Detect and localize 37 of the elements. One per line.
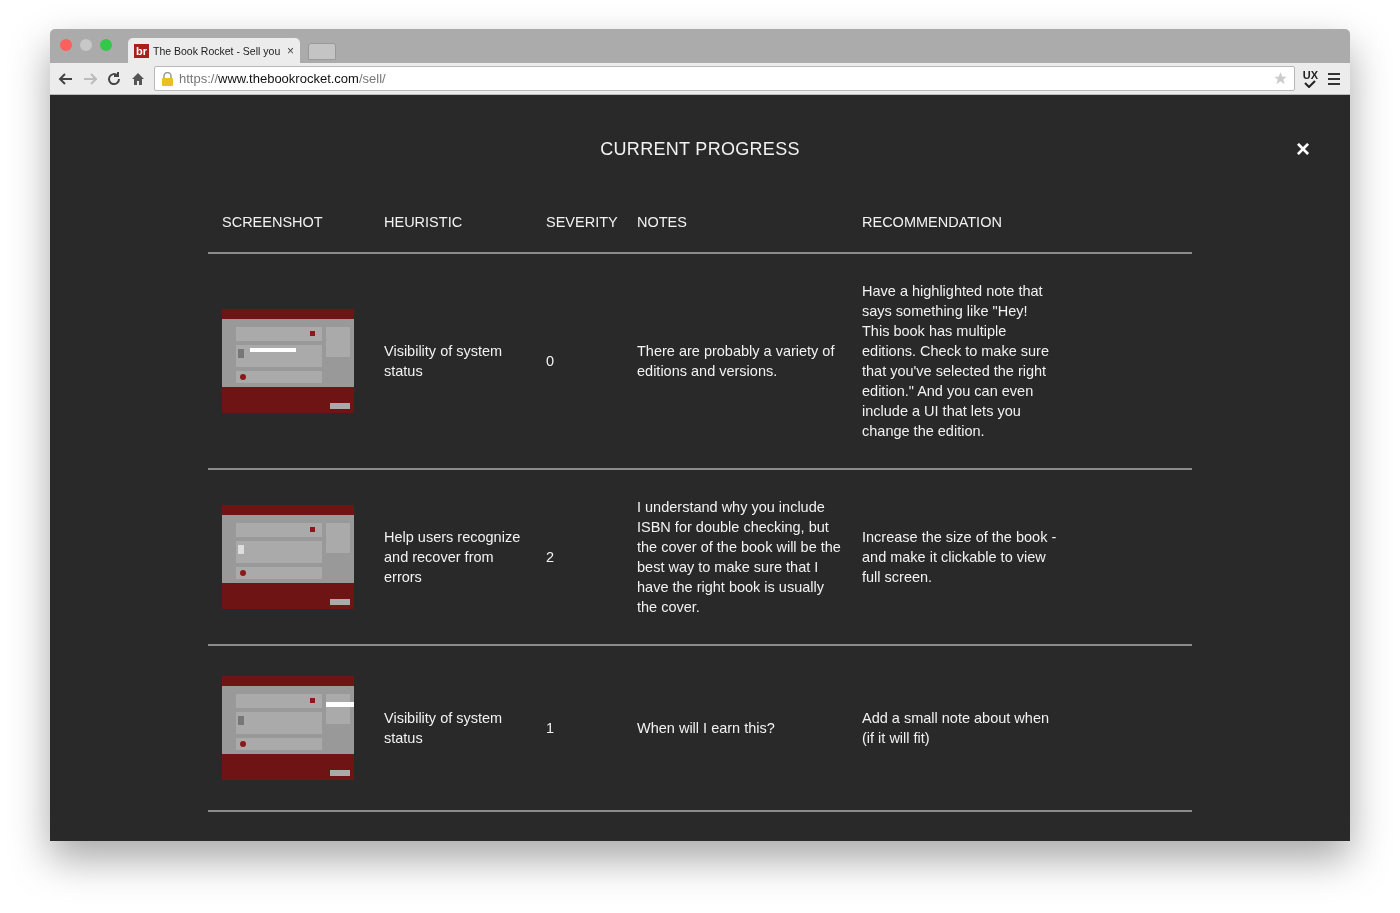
close-window-button[interactable] <box>60 39 72 51</box>
new-tab-button[interactable] <box>308 43 336 60</box>
ux-extension-button[interactable]: UX <box>1302 69 1318 88</box>
browser-tab[interactable]: br The Book Rocket - Sell you × <box>128 38 300 63</box>
forward-icon[interactable] <box>82 70 98 87</box>
heuristic-cell-text: Visibility of system status <box>384 342 504 381</box>
notes-cell-text: When will I earn this? <box>637 719 776 738</box>
severity-cell-text: 0 <box>546 352 556 371</box>
recommendation-cell-text: Add a small note about when (if it will fit) <box>862 709 1050 748</box>
back-icon[interactable] <box>58 70 74 87</box>
heuristic-cell-text: Visibility of system status <box>384 709 504 748</box>
column-header: NOTES <box>637 214 688 230</box>
home-icon[interactable] <box>130 70 146 87</box>
notes-cell-text: There are probably a variety of editions and versions. <box>637 342 836 381</box>
lock-icon <box>161 71 174 86</box>
column-header: RECOMMENDATION <box>862 214 1003 230</box>
address-bar[interactable]: https://www.thebookrocket.com/sell/ <box>154 66 1295 91</box>
tab-title: The Book Rocket - Sell you <box>153 44 282 57</box>
reload-icon[interactable] <box>106 70 122 87</box>
tab-close-button[interactable]: × <box>287 43 294 58</box>
severity-cell-text: 1 <box>546 719 556 738</box>
menu-icon[interactable] <box>1326 70 1342 87</box>
recommendation-cell-text: Increase the size of the book - and make it clickable to view full screen. <box>862 528 1058 587</box>
column-header: HEURISTIC <box>384 214 464 230</box>
site-favicon: br <box>134 43 149 58</box>
recommendation-cell-text: Have a highlighted note that says something like "Hey! This book has multiple editions. Check to make sure that you've selected the right edition." And you can even include a UI that lets you change the edition. <box>862 282 1050 441</box>
severity-cell-text: 2 <box>546 548 556 567</box>
url-text: https://www.thebookrocket.com/sell/ <box>179 71 386 86</box>
modal-title: CURRENT PROGRESS <box>600 139 800 160</box>
column-header: SEVERITY <box>546 214 619 230</box>
star-icon[interactable] <box>1272 71 1288 86</box>
minimize-window-button[interactable] <box>80 39 92 51</box>
column-header: SCREENSHOT <box>222 214 324 230</box>
heuristic-cell-text: Help users recognize and recover from errors <box>384 528 522 587</box>
maximize-window-button[interactable] <box>100 39 112 51</box>
notes-cell-text: I understand why you include ISBN for double checking, but the cover of the book will be the best way to make sure that I have the right book is usually the cover. <box>637 498 842 617</box>
close-button[interactable]: × <box>1292 135 1314 163</box>
